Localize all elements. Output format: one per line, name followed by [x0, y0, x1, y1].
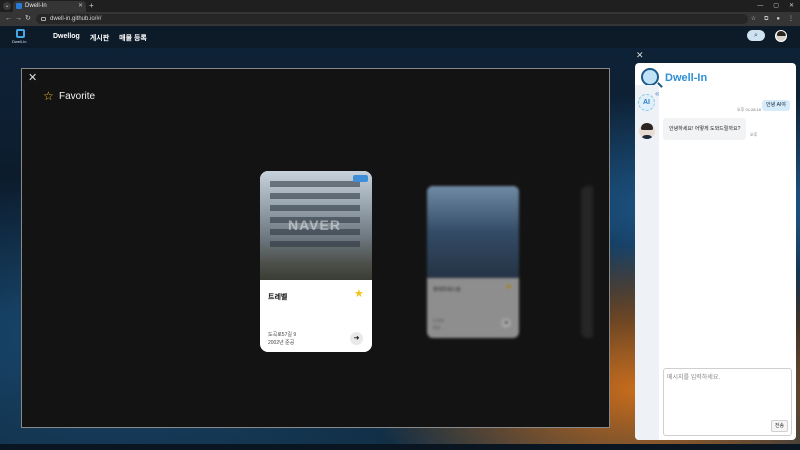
photo-badge	[353, 175, 368, 182]
user-avatar	[639, 123, 655, 139]
property-card[interactable]: NAVER 트레벨 ★ 도곡로57길 9 2002년 준공 ➜	[260, 171, 372, 352]
nav-board[interactable]: 게시판	[90, 33, 109, 43]
nav-listing-register[interactable]: 매물 등록	[119, 33, 147, 43]
chat-panel: Dwell-In AI « 오후 01:28:16 안녕 AI야 안녕하세요! …	[635, 63, 796, 440]
nav-dwellog[interactable]: Dwellog	[53, 33, 80, 43]
maximize-icon[interactable]: ▢	[773, 1, 779, 11]
search-logo-icon	[641, 68, 659, 86]
property-address: 도곡로	[433, 318, 445, 323]
reload-icon[interactable]: ↻	[25, 15, 31, 23]
forward-icon[interactable]: →	[15, 15, 22, 23]
favorite-modal: ✕ ☆ Favorite NAVER 트레벨 ★ 도곡로57길 9 2002년 …	[21, 68, 610, 428]
arrow-right-icon[interactable]: ➜	[501, 318, 511, 328]
property-built-year: 2002년 준공	[268, 340, 295, 346]
star-outline-icon: ☆	[43, 89, 54, 103]
chat-input-box: 전송	[663, 368, 792, 436]
tab-title: Dwell-In	[25, 3, 47, 9]
naver-watermark: NAVER	[288, 217, 341, 233]
logo-mark-icon	[16, 29, 25, 38]
close-icon[interactable]: ✕	[28, 73, 38, 84]
arrow-right-icon[interactable]: ➜	[350, 332, 363, 345]
property-photo	[427, 186, 519, 278]
ai-message-bubble: 안녕하세요! 어떻게 도와드릴까요?	[663, 118, 746, 140]
browser-tab-bar: ⌄ Dwell-In ✕ + — ▢ ✕	[0, 0, 800, 12]
favorite-star-icon[interactable]: ★	[354, 288, 364, 300]
user-avatar[interactable]	[775, 30, 787, 42]
modal-title: Favorite	[59, 91, 96, 102]
profile-icon[interactable]: ●	[776, 15, 780, 23]
tab-close-icon[interactable]: ✕	[78, 1, 83, 12]
main-nav: Dwellog 게시판 매물 등록	[53, 33, 147, 43]
site-info-icon[interactable]	[41, 17, 46, 21]
message-time: 오후 01:28:16	[737, 107, 762, 112]
property-address: 도곡로57길 9	[268, 332, 297, 338]
double-chevron-left-icon[interactable]: «	[655, 89, 659, 98]
browser-address-bar: ← → ↻ dwell-in.github.io/#/ ☆ ⧉ ● ⋮	[0, 12, 800, 26]
site-logo[interactable]: Dwell-In	[12, 29, 34, 47]
search-icon[interactable]: ⌕	[747, 30, 765, 41]
property-built-year: 준공	[433, 325, 441, 330]
favorite-star-icon[interactable]: ★	[505, 282, 512, 291]
property-card[interactable]	[581, 186, 593, 338]
site-header: Dwell-In Dwellog 게시판 매물 등록 ⌕	[0, 26, 800, 48]
browser-menu-icon[interactable]: ⋮	[788, 15, 794, 23]
property-card[interactable]: 현대트레스빌 ★ 도곡로 준공 ➜	[427, 186, 519, 338]
url-text: dwell-in.github.io/#/	[50, 16, 102, 22]
app-root: ⌄ Dwell-In ✕ + — ▢ ✕ ← → ↻ dwell-in.gith…	[0, 0, 800, 450]
close-window-icon[interactable]: ✕	[789, 1, 794, 11]
property-name: 트레벨	[268, 294, 288, 301]
window-controls: — ▢ ✕	[757, 1, 794, 11]
url-field[interactable]: dwell-in.github.io/#/	[36, 14, 748, 24]
bookmark-star-icon[interactable]: ☆	[751, 15, 756, 23]
extensions-icon[interactable]: ⧉	[764, 15, 768, 23]
minimize-icon[interactable]: —	[757, 1, 763, 11]
new-tab-button[interactable]: +	[89, 1, 94, 11]
property-photo: NAVER	[260, 171, 372, 280]
send-button[interactable]: 전송	[771, 420, 788, 432]
user-message-bubble: 안녕 AI야	[762, 100, 790, 111]
back-icon[interactable]: ←	[5, 15, 12, 23]
browser-tab[interactable]: Dwell-In ✕	[13, 1, 86, 12]
bottom-strip	[0, 444, 800, 450]
browser-toolbar-right: ☆ ⧉ ● ⋮	[751, 15, 794, 23]
ai-avatar: AI	[638, 94, 655, 111]
chat-title: Dwell-In	[665, 72, 708, 84]
logo-text: Dwell-In	[12, 39, 27, 44]
property-name: 현대트레스빌	[433, 287, 461, 293]
site-favicon-icon	[16, 3, 22, 9]
close-icon[interactable]: ✕	[636, 51, 644, 60]
message-time: 오후	[750, 132, 758, 137]
message-input[interactable]	[667, 372, 788, 412]
tab-list-icon[interactable]: ⌄	[3, 2, 11, 10]
